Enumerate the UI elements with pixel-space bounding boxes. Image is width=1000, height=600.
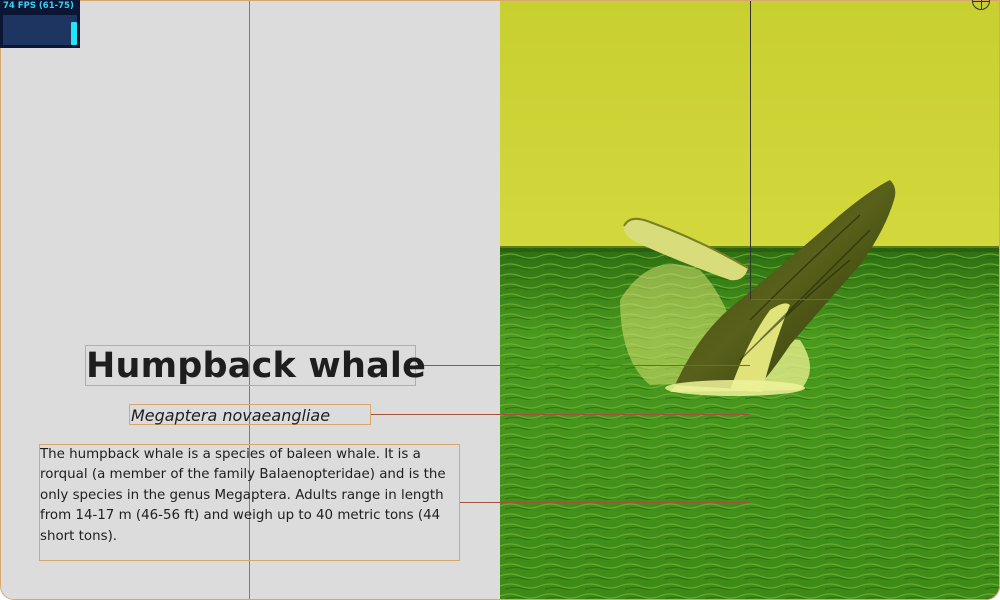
- fps-meter: 74 FPS (61-75): [0, 0, 80, 48]
- scientific-name: Megaptera novaeangliae: [129, 404, 371, 425]
- subtitle-guide-line: [371, 414, 750, 415]
- page-title: Humpback whale: [85, 345, 427, 386]
- whale-card: Humpback whale Megaptera novaeangliae Th…: [0, 0, 1000, 600]
- focus-region-outline: [750, 0, 1000, 300]
- description-text: The humpback whale is a species of balee…: [39, 444, 460, 561]
- fps-bar: [71, 22, 77, 45]
- title-guide-line: [416, 365, 750, 366]
- fps-label: 74 FPS (61-75): [3, 1, 74, 11]
- fps-graph: [3, 15, 77, 45]
- description-guide-line: [460, 502, 750, 503]
